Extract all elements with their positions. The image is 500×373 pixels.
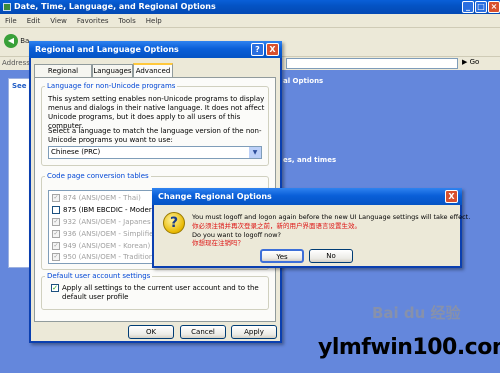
checkbox-936: ✓ <box>52 230 60 238</box>
apply-button[interactable]: Apply <box>231 325 277 339</box>
menu-edit[interactable]: Edit <box>22 14 46 28</box>
code-page-label: 874 (ANSI/OEM - Thai) <box>63 194 141 202</box>
checkbox-950: ✓ <box>52 253 60 261</box>
yes-button[interactable]: Yes <box>260 249 304 263</box>
see-also-label: See <box>12 82 27 90</box>
ok-button[interactable]: OK <box>128 325 174 339</box>
back-label: Ba <box>20 37 30 45</box>
code-page-874: ✓ 874 (ANSI/OEM - Thai) <box>52 193 141 203</box>
popup-title-bar: Change Regional Options X <box>152 188 462 205</box>
popup-close-icon[interactable]: X <box>445 190 458 203</box>
checkbox-874: ✓ <box>52 194 60 202</box>
code-page-label: 932 (ANSI/OEM - Japanes <box>63 218 151 226</box>
baidu-watermark: Bai du 经验 <box>372 304 461 322</box>
non-unicode-prompt: Select a language to match the language … <box>48 127 262 144</box>
help-icon[interactable]: ? <box>251 43 264 56</box>
control-panel-title-bar: Date, Time, Language, and Regional Optio… <box>0 0 500 14</box>
menu-view[interactable]: View <box>45 14 72 28</box>
menu-favorites[interactable]: Favorites <box>72 14 114 28</box>
popup-title: Change Regional Options <box>158 192 272 201</box>
regional-options-link[interactable]: al Options <box>283 77 323 85</box>
checkbox-949: ✓ <box>52 242 60 250</box>
close-icon[interactable]: × <box>488 1 500 13</box>
dialog-close-icon[interactable]: X <box>266 43 279 56</box>
maximize-icon[interactable]: □ <box>475 1 487 13</box>
language-select[interactable]: Chinese (PRC) ▼ <box>48 146 262 159</box>
dialog-title: Regional and Language Options <box>35 45 179 54</box>
code-page-label: 949 (ANSI/OEM - Korean) <box>63 242 151 250</box>
code-page-label: 936 (ANSI/OEM - Simplified <box>63 230 158 238</box>
question-icon: ? <box>163 212 185 234</box>
menu-file[interactable]: File <box>0 14 22 28</box>
code-page-label: 875 (IBM EBCDIC - Modern <box>63 206 157 214</box>
apply-default-user-checkbox[interactable]: ✓ <box>51 284 59 292</box>
apply-default-user-label: Apply all settings to the current user a… <box>62 284 259 301</box>
code-page-label: 950 (ANSI/OEM - Tradition <box>63 253 154 261</box>
minimize-icon[interactable]: _ <box>462 1 474 13</box>
address-input[interactable] <box>286 58 458 69</box>
code-page-932: ✓ 932 (ANSI/OEM - Japanes <box>52 217 151 227</box>
code-page-949: ✓ 949 (ANSI/OEM - Korean) <box>52 241 150 251</box>
control-panel-icon <box>3 3 11 11</box>
address-label: Address <box>2 59 30 67</box>
tab-strip: Regional Options Languages Advanced <box>34 63 276 87</box>
site-watermark: ylmfwin100.com <box>318 335 500 360</box>
no-button[interactable]: No <box>309 249 353 263</box>
popup-message-en: You must logoff and logon again before t… <box>192 213 471 221</box>
code-page-legend: Code page conversion tables <box>47 172 149 180</box>
go-button[interactable]: ▶ Go <box>462 58 479 66</box>
code-page-875[interactable]: 875 (IBM EBCDIC - Modern <box>52 205 156 215</box>
control-panel-title: Date, Time, Language, and Regional Optio… <box>14 2 216 11</box>
menu-help[interactable]: Help <box>141 14 167 28</box>
default-user-legend: Default user account settings <box>47 272 151 280</box>
non-unicode-legend: Language for non-Unicode programs <box>47 82 176 90</box>
popup-question-cn: 你想现在注销吗？ <box>192 239 244 247</box>
dialog-title-bar: Regional and Language Options ? X <box>29 41 282 58</box>
menu-tools[interactable]: Tools <box>114 14 141 28</box>
checkbox-932: ✓ <box>52 218 60 226</box>
code-page-950: ✓ 950 (ANSI/OEM - Tradition <box>52 252 153 262</box>
tab-regional-options[interactable]: Regional Options <box>34 64 92 87</box>
cancel-button[interactable]: Cancel <box>180 325 226 339</box>
menu-bar: File Edit View Favorites Tools Help <box>0 14 500 28</box>
chevron-down-icon[interactable]: ▼ <box>249 147 261 158</box>
tab-advanced[interactable]: Advanced <box>133 63 173 78</box>
back-arrow-icon: ◀ <box>4 34 18 48</box>
date-time-link[interactable]: es, and times <box>283 156 336 164</box>
popup-message-cn: 你必须注销并再次登录之前，新的用户界面语言设置生效。 <box>192 222 361 230</box>
go-label: Go <box>469 58 480 66</box>
code-page-936: ✓ 936 (ANSI/OEM - Simplified <box>52 229 158 239</box>
tab-languages[interactable]: Languages <box>92 64 133 77</box>
checkbox-875[interactable] <box>52 206 60 214</box>
language-select-value: Chinese (PRC) <box>51 148 101 156</box>
popup-question-en: Do you want to logoff now? <box>192 231 281 239</box>
non-unicode-description: This system setting enables non-Unicode … <box>48 95 265 130</box>
